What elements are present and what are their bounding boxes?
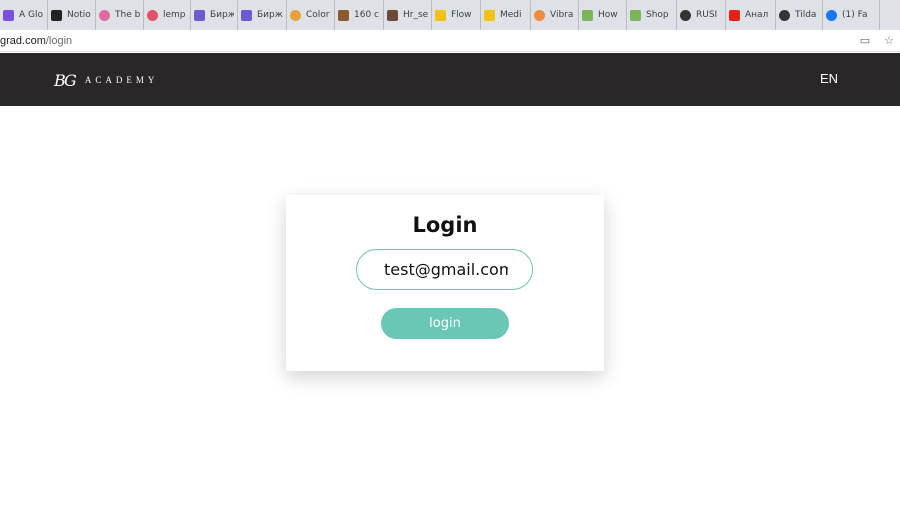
browser-tab[interactable]: Color [287, 0, 335, 30]
browser-tab-label: Color [306, 10, 330, 20]
browser-tab-label: Tilda [795, 10, 817, 20]
notion-icon [51, 9, 62, 21]
browser-tab[interactable]: (1) Fa [823, 0, 880, 30]
browser-tab[interactable]: Flow [432, 0, 481, 30]
site-header: BG ACADEMY EN [0, 53, 900, 106]
shopify-icon [582, 9, 593, 21]
horse-icon [338, 9, 349, 21]
color-wheel-icon [290, 9, 301, 21]
address-bar-actions: ▭ ☆ [860, 34, 894, 48]
browser-tab-strip: A Glo Notio The b lemp Бирж Бирж Color 160 c Hr_… [0, 0, 900, 30]
browser-tab[interactable]: RUSI [677, 0, 726, 30]
browser-tab-label: Medi [500, 10, 522, 20]
browser-tab[interactable]: Shop [627, 0, 677, 30]
exchange-icon [194, 9, 205, 21]
browser-tab[interactable]: Vibra [531, 0, 579, 30]
browser-tab-label: Бирж [257, 10, 283, 20]
browser-tab[interactable]: Бирж [191, 0, 238, 30]
address-bar[interactable]: grad.com/login ▭ ☆ [0, 30, 900, 52]
shopify-icon [630, 9, 641, 21]
browser-tab[interactable]: 160 c [335, 0, 384, 30]
facebook-icon [826, 9, 837, 21]
cast-icon[interactable]: ▭ [860, 34, 870, 48]
mail-icon [3, 9, 14, 21]
login-card: Login login [286, 195, 604, 371]
exchange-icon [241, 9, 252, 21]
miro-icon [484, 9, 495, 21]
logo-text: ACADEMY [84, 75, 159, 85]
browser-tab[interactable]: Анал [726, 0, 776, 30]
url-text[interactable]: grad.com/login [0, 35, 72, 47]
browser-tab[interactable]: Бирж [238, 0, 287, 30]
browser-tab-label: 160 c [354, 10, 379, 20]
miro-icon [435, 9, 446, 21]
browser-tab-label: How [598, 10, 618, 20]
browser-tab-label: The b [115, 10, 140, 20]
browser-tab[interactable]: How [579, 0, 627, 30]
login-button[interactable]: login [381, 308, 509, 339]
browser-tab[interactable]: Notio [48, 0, 96, 30]
person-icon [387, 9, 398, 21]
email-field[interactable] [356, 249, 533, 290]
login-title: Login [412, 213, 478, 237]
dot-icon [534, 9, 545, 21]
browser-tab-label: Hr_se [403, 10, 428, 20]
browser-tab[interactable]: The b [96, 0, 144, 30]
browser-tab-label: lemp [163, 10, 186, 20]
browser-tab-label: Flow [451, 10, 472, 20]
logo-mark: BG [54, 70, 77, 90]
logo[interactable]: BG ACADEMY [54, 70, 159, 90]
browser-tab-label: A Glo [19, 10, 43, 20]
tilda-icon [779, 9, 790, 21]
browser-tab-label: Бирж [210, 10, 234, 20]
youtube-icon [729, 9, 740, 21]
bookmark-star-icon[interactable]: ☆ [884, 34, 894, 48]
browser-tab[interactable]: Tilda [776, 0, 823, 30]
r-icon [680, 9, 691, 21]
spiral-icon [147, 9, 158, 21]
browser-tab-label: RUSI [696, 10, 718, 20]
browser-tab-label: Vibra [550, 10, 574, 20]
browser-tab[interactable]: Medi [481, 0, 531, 30]
spiral-icon [99, 9, 110, 21]
language-switcher[interactable]: EN [820, 71, 838, 86]
browser-tab-label: Notio [67, 10, 91, 20]
browser-tab-label: (1) Fa [842, 10, 868, 20]
browser-tab[interactable]: Hr_se [384, 0, 432, 30]
browser-tab[interactable]: A Glo [0, 0, 48, 30]
url-path: /login [45, 34, 73, 47]
browser-tab-label: Анал [745, 10, 769, 20]
browser-tab[interactable]: lemp [144, 0, 191, 30]
url-host: grad.com [0, 34, 46, 47]
browser-tab-label: Shop [646, 10, 669, 20]
